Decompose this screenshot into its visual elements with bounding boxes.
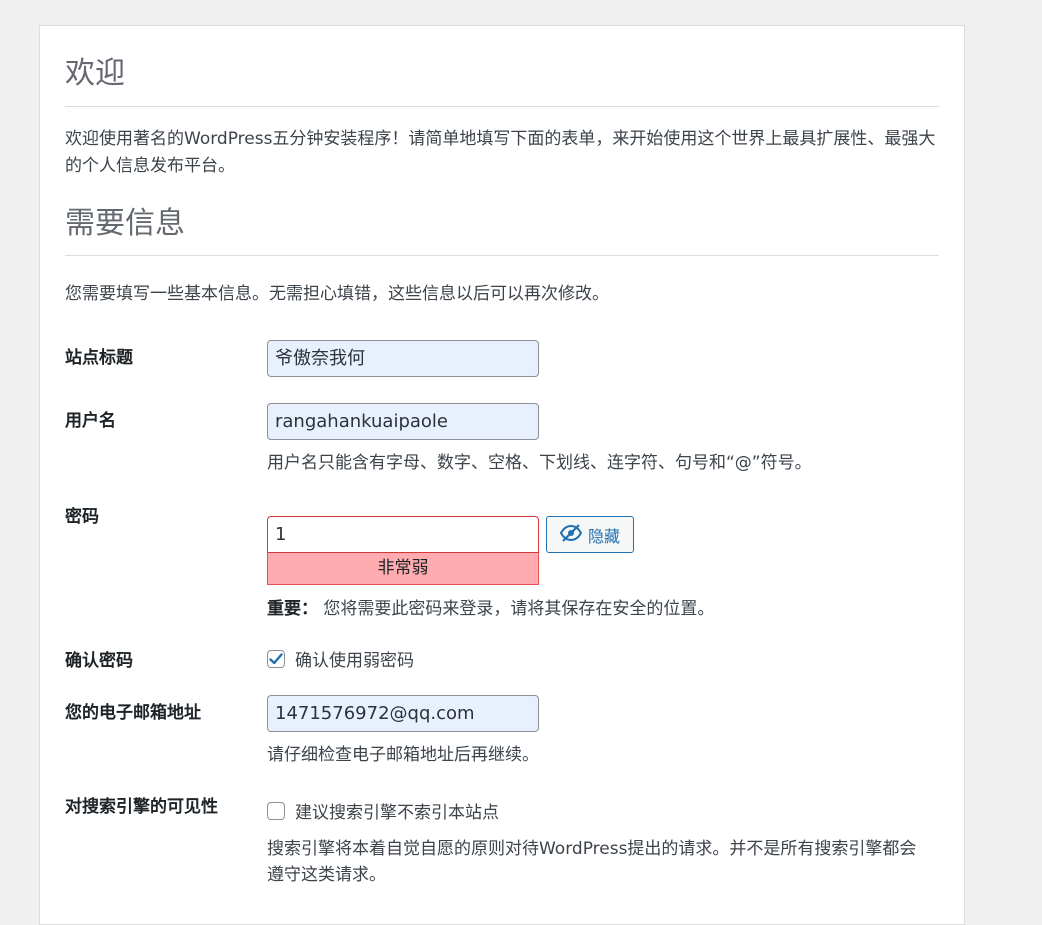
username-input[interactable]: rangahankuaipaole [267,403,539,440]
info-heading: 需要信息 [65,209,939,256]
search-visibility-note: 搜索引擎将本着自觉自愿的原则对待WordPress提出的请求。并不是所有搜索引擎… [267,839,917,885]
username-label: 用户名 [65,411,116,431]
password-hint-strong: 重要： [267,599,318,619]
welcome-heading: 欢迎 [65,59,939,107]
site-title-input[interactable]: 爷傲奈我何 [267,340,539,377]
email-hint: 请仔细检查电子邮箱地址后再继续。 [267,745,539,765]
confirm-password-label: 确认密码 [65,651,133,671]
noindex-label: 建议搜索引擎不索引本站点 [295,803,499,823]
password-strength: 非常弱 [267,553,539,585]
site-title-label: 站点标题 [65,348,133,368]
hide-label: 隐藏 [587,526,620,546]
noindex-row[interactable]: 建议搜索引擎不索引本站点 [267,798,499,823]
confirm-weak-row[interactable]: 确认使用弱密码 [267,646,414,671]
hide-password-button[interactable]: 隐藏 [546,516,634,553]
check-icon [269,652,283,664]
eye-slash-icon [559,523,583,546]
password-hint-text: 您将需要此密码来登录，请将其保存在安全的位置。 [323,599,715,619]
password-input[interactable]: 1 [267,516,539,553]
search-visibility-label: 对搜索引擎的可见性 [65,797,218,817]
email-input[interactable]: 1471576972@qq.com [267,695,539,732]
confirm-weak-checkbox[interactable] [267,649,285,668]
info-text: 您需要填写一些基本信息。无需担心填错，这些信息以后可以再次修改。 [65,284,609,304]
noindex-checkbox[interactable] [267,801,285,820]
username-hint: 用户名只能含有字母、数字、空格、下划线、连字符、句号和“@”符号。 [267,453,812,473]
install-panel: 欢迎 欢迎使用著名的WordPress五分钟安装程序！请简单地填写下面的表单，来… [39,25,965,925]
confirm-weak-label: 确认使用弱密码 [295,651,414,671]
email-label: 您的电子邮箱地址 [65,703,201,723]
password-hint: 重要： 您将需要此密码来登录，请将其保存在安全的位置。 [267,594,714,619]
password-label: 密码 [65,507,99,527]
welcome-text: 欢迎使用著名的WordPress五分钟安装程序！请简单地填写下面的表单，来开始使… [65,129,936,176]
